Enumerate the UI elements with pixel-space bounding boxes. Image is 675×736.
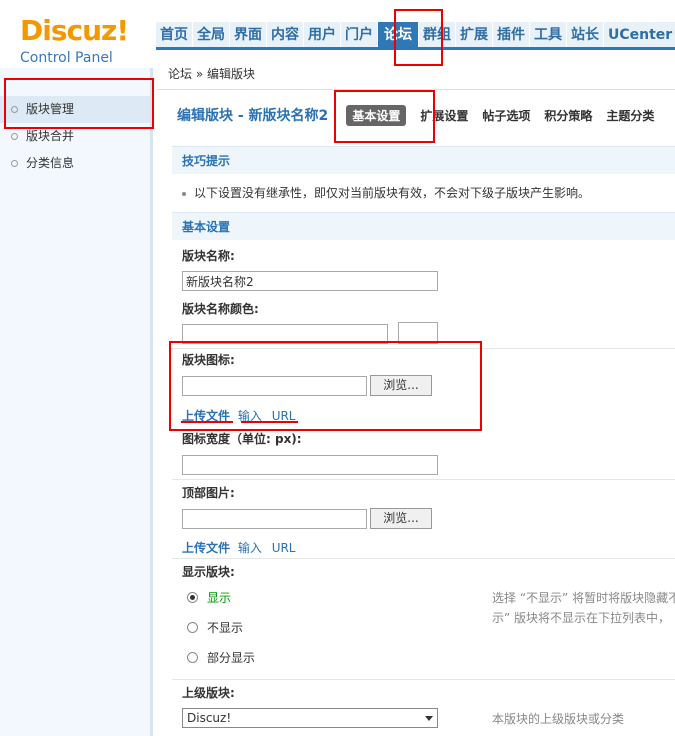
nav-tools[interactable]: 工具 xyxy=(530,22,567,48)
tab-credit-policy[interactable]: 积分策略 xyxy=(544,107,592,124)
nav-interface[interactable]: 界面 xyxy=(230,22,267,48)
show-forum-hint-line2: 示” 版块将不显示在下拉列表中， xyxy=(492,611,671,625)
nav-plugins[interactable]: 插件 xyxy=(493,22,530,48)
radio-partial[interactable]: 部分显示 xyxy=(187,649,255,666)
top-image-file-input[interactable] xyxy=(182,509,367,529)
radio-label: 不显示 xyxy=(207,621,244,635)
forum-icon-label: 版块图标: xyxy=(182,353,235,367)
basic-settings-heading: 基本设置 xyxy=(172,212,675,240)
nav-content[interactable]: 内容 xyxy=(267,22,304,48)
show-forum-hint-line1: 选择 “不显示” 将暂时将版块隐藏不 xyxy=(492,591,675,605)
sidebar: 版块管理 版块合并 分类信息 xyxy=(0,68,153,736)
bullet-icon xyxy=(11,106,18,113)
divider xyxy=(172,558,675,559)
tips-heading: 技巧提示 xyxy=(172,146,675,174)
bullet-icon xyxy=(11,133,18,140)
sidebar-item-label: 版块合并 xyxy=(26,129,75,143)
radio-label: 显示 xyxy=(207,591,232,605)
top-image-browse-button[interactable]: 浏览... xyxy=(370,508,432,529)
icon-width-label: 图标宽度（单位: px): xyxy=(182,432,302,446)
icon-width-input[interactable] xyxy=(182,455,438,475)
forum-icon-file-input[interactable] xyxy=(182,376,367,396)
sidebar-item-category-info[interactable]: 分类信息 xyxy=(0,150,150,177)
nav-ucenter[interactable]: UCenter xyxy=(604,22,675,48)
divider xyxy=(172,679,675,680)
radio-unchecked-icon[interactable] xyxy=(187,652,198,663)
logo-brand: Discuz! xyxy=(20,14,129,47)
forum-name-input[interactable] xyxy=(182,271,438,291)
page-header: 编辑版块 - 新版块名称2 基本设置 扩展设置 帖子选项 积分策略 主题分类 xyxy=(157,92,675,138)
breadcrumb: 论坛 » 编辑版块 xyxy=(157,58,675,90)
chevron-down-icon xyxy=(425,716,433,721)
show-forum-label: 显示版块: xyxy=(182,565,235,579)
top-navigation: 首页 全局 界面 内容 用户 门户 论坛 群组 扩展 插件 工具 站长 UCen… xyxy=(156,22,675,48)
nav-forum[interactable]: 论坛 xyxy=(378,22,419,48)
highlight-underline xyxy=(241,421,298,423)
radio-show[interactable]: 显示 xyxy=(187,589,231,606)
sidebar-item-label: 版块管理 xyxy=(26,102,75,116)
nav-home[interactable]: 首页 xyxy=(156,22,193,48)
parent-forum-selected-value: Discuz! xyxy=(187,711,232,725)
nav-underline xyxy=(156,47,675,50)
divider xyxy=(172,479,675,480)
color-picker-swatch[interactable] xyxy=(398,322,438,344)
logo: Discuz! Control Panel xyxy=(20,14,160,68)
highlight-underline xyxy=(181,421,233,423)
nav-extensions[interactable]: 扩展 xyxy=(456,22,493,48)
forum-name-color-label: 版块名称颜色: xyxy=(182,302,259,316)
top-image-label: 顶部图片: xyxy=(182,486,235,500)
sidebar-item-forum-manage[interactable]: 版块管理 xyxy=(0,96,150,123)
radio-unchecked-icon[interactable] xyxy=(187,622,198,633)
input-link[interactable]: 输入 xyxy=(238,541,262,555)
nav-global[interactable]: 全局 xyxy=(193,22,230,48)
upload-file-link[interactable]: 上传文件 xyxy=(182,541,230,555)
divider xyxy=(172,348,675,349)
top-image-source-links: 上传文件 输入 URL xyxy=(182,539,296,556)
forum-name-label: 版块名称: xyxy=(182,249,235,263)
bullet-icon xyxy=(11,160,18,167)
tab-thread-types[interactable]: 主题分类 xyxy=(606,107,654,124)
logo-subtitle: Control Panel xyxy=(20,50,113,66)
sidebar-item-label: 分类信息 xyxy=(26,156,75,170)
nav-users[interactable]: 用户 xyxy=(304,22,341,48)
page-title: 编辑版块 - 新版块名称2 xyxy=(177,108,329,124)
sidebar-item-forum-merge[interactable]: 版块合并 xyxy=(0,123,150,150)
nav-portal[interactable]: 门户 xyxy=(341,22,378,48)
forum-name-color-input[interactable] xyxy=(182,324,388,344)
radio-checked-icon[interactable] xyxy=(187,592,198,603)
forum-icon-browse-button[interactable]: 浏览... xyxy=(370,375,432,396)
tab-basic-settings[interactable]: 基本设置 xyxy=(346,104,407,126)
nav-admin[interactable]: 站长 xyxy=(567,22,604,48)
nav-groups[interactable]: 群组 xyxy=(419,22,456,48)
tips-text: 以下设置没有继承性，即仅对当前版块有效，不会对下级子版块产生影响。 xyxy=(182,184,675,201)
parent-forum-hint: 本版块的上级版块或分类 xyxy=(492,712,625,726)
parent-forum-select[interactable]: Discuz! xyxy=(182,708,438,728)
url-link[interactable]: URL xyxy=(272,541,296,555)
tab-post-options[interactable]: 帖子选项 xyxy=(482,107,530,124)
tab-extended-settings[interactable]: 扩展设置 xyxy=(420,107,468,124)
radio-label: 部分显示 xyxy=(207,651,256,665)
radio-hide[interactable]: 不显示 xyxy=(187,619,243,636)
parent-forum-label: 上级版块: xyxy=(182,686,235,700)
